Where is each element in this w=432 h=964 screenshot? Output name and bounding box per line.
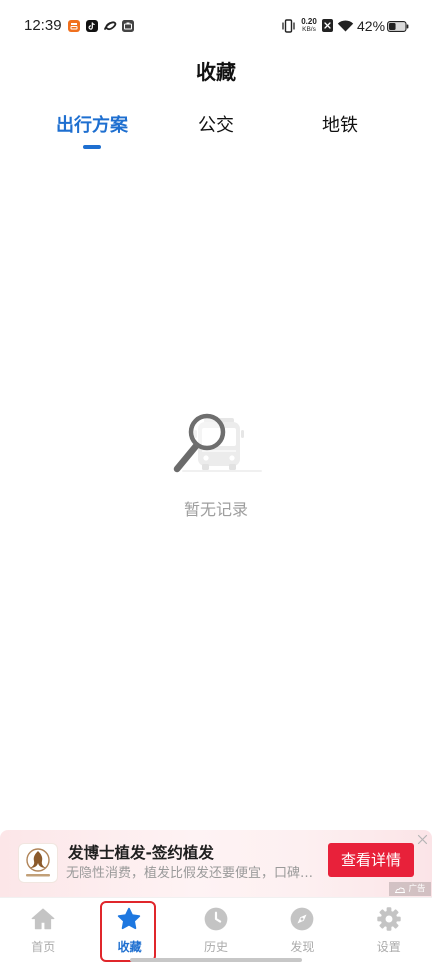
nav-label-settings: 设置 bbox=[376, 940, 401, 954]
net-speed: 0.20 KB/s bbox=[297, 17, 321, 34]
tab-bus[interactable]: 公交 bbox=[154, 112, 278, 140]
clock-icon bbox=[204, 907, 228, 931]
vibrate-icon bbox=[282, 19, 295, 33]
ad-source-icon bbox=[395, 887, 406, 893]
ad-title: 发博士植发-签约植发 bbox=[68, 844, 214, 862]
nav-item-home[interactable]: 首页 bbox=[0, 898, 86, 964]
wifi-icon bbox=[337, 20, 354, 32]
net-speed-value: 0.20 bbox=[301, 17, 317, 26]
home-icon bbox=[31, 908, 55, 930]
wallet-app-icon bbox=[122, 20, 134, 32]
tab-subway[interactable]: 地铁 bbox=[278, 112, 402, 140]
clinic-logo bbox=[18, 843, 58, 883]
empty-message: 暂无记录 bbox=[183, 500, 248, 519]
tiktok-icon bbox=[86, 20, 98, 32]
compass-icon bbox=[290, 907, 314, 931]
bottom-nav: 首页 收藏 历史 发现 设置 bbox=[0, 897, 432, 964]
ad-tag-label: 广告 bbox=[408, 884, 426, 894]
tab-travel-plan[interactable]: 出行方案 bbox=[30, 112, 154, 140]
status-bar: 12:39 0.20 KB/s 42% bbox=[0, 0, 432, 52]
search-bus-illustration bbox=[173, 413, 262, 473]
battery-percent: 42% bbox=[357, 18, 386, 34]
nav-item-discover[interactable]: 发现 bbox=[259, 898, 345, 964]
nav-item-settings[interactable]: 设置 bbox=[346, 898, 432, 964]
gear-icon bbox=[376, 907, 401, 931]
home-indicator[interactable] bbox=[130, 958, 302, 962]
battery-icon bbox=[387, 21, 409, 32]
view-details-button[interactable]: 查看详情 bbox=[328, 843, 414, 877]
nav-item-history[interactable]: 历史 bbox=[173, 898, 259, 964]
nav-label-favorites: 收藏 bbox=[117, 940, 142, 954]
ad-tag: 广告 bbox=[389, 882, 431, 896]
status-time: 12:39 bbox=[24, 17, 62, 34]
tab-indicator bbox=[83, 145, 101, 149]
close-icon[interactable] bbox=[417, 834, 428, 845]
page-title: 收藏 bbox=[196, 60, 236, 84]
nav-label-history: 历史 bbox=[203, 940, 228, 954]
tab-bar: 出行方案 公交 地铁 bbox=[30, 112, 402, 140]
no-sim-icon bbox=[322, 19, 333, 32]
link-app-icon bbox=[104, 21, 117, 31]
ad-subtitle: 无隐性消费，植发比假发还要便宜，口碑… bbox=[66, 866, 314, 881]
nav-label-discover: 发现 bbox=[290, 940, 315, 954]
nav-item-favorites[interactable]: 收藏 bbox=[86, 898, 172, 964]
net-speed-unit: KB/s bbox=[302, 26, 316, 33]
star-icon bbox=[118, 907, 141, 930]
nav-label-home: 首页 bbox=[31, 940, 56, 954]
orange-app-icon bbox=[68, 20, 80, 32]
ad-banner[interactable]: 发博士植发-签约植发 无隐性消费，植发比假发还要便宜，口碑… 查看详情 广告 bbox=[0, 830, 432, 897]
